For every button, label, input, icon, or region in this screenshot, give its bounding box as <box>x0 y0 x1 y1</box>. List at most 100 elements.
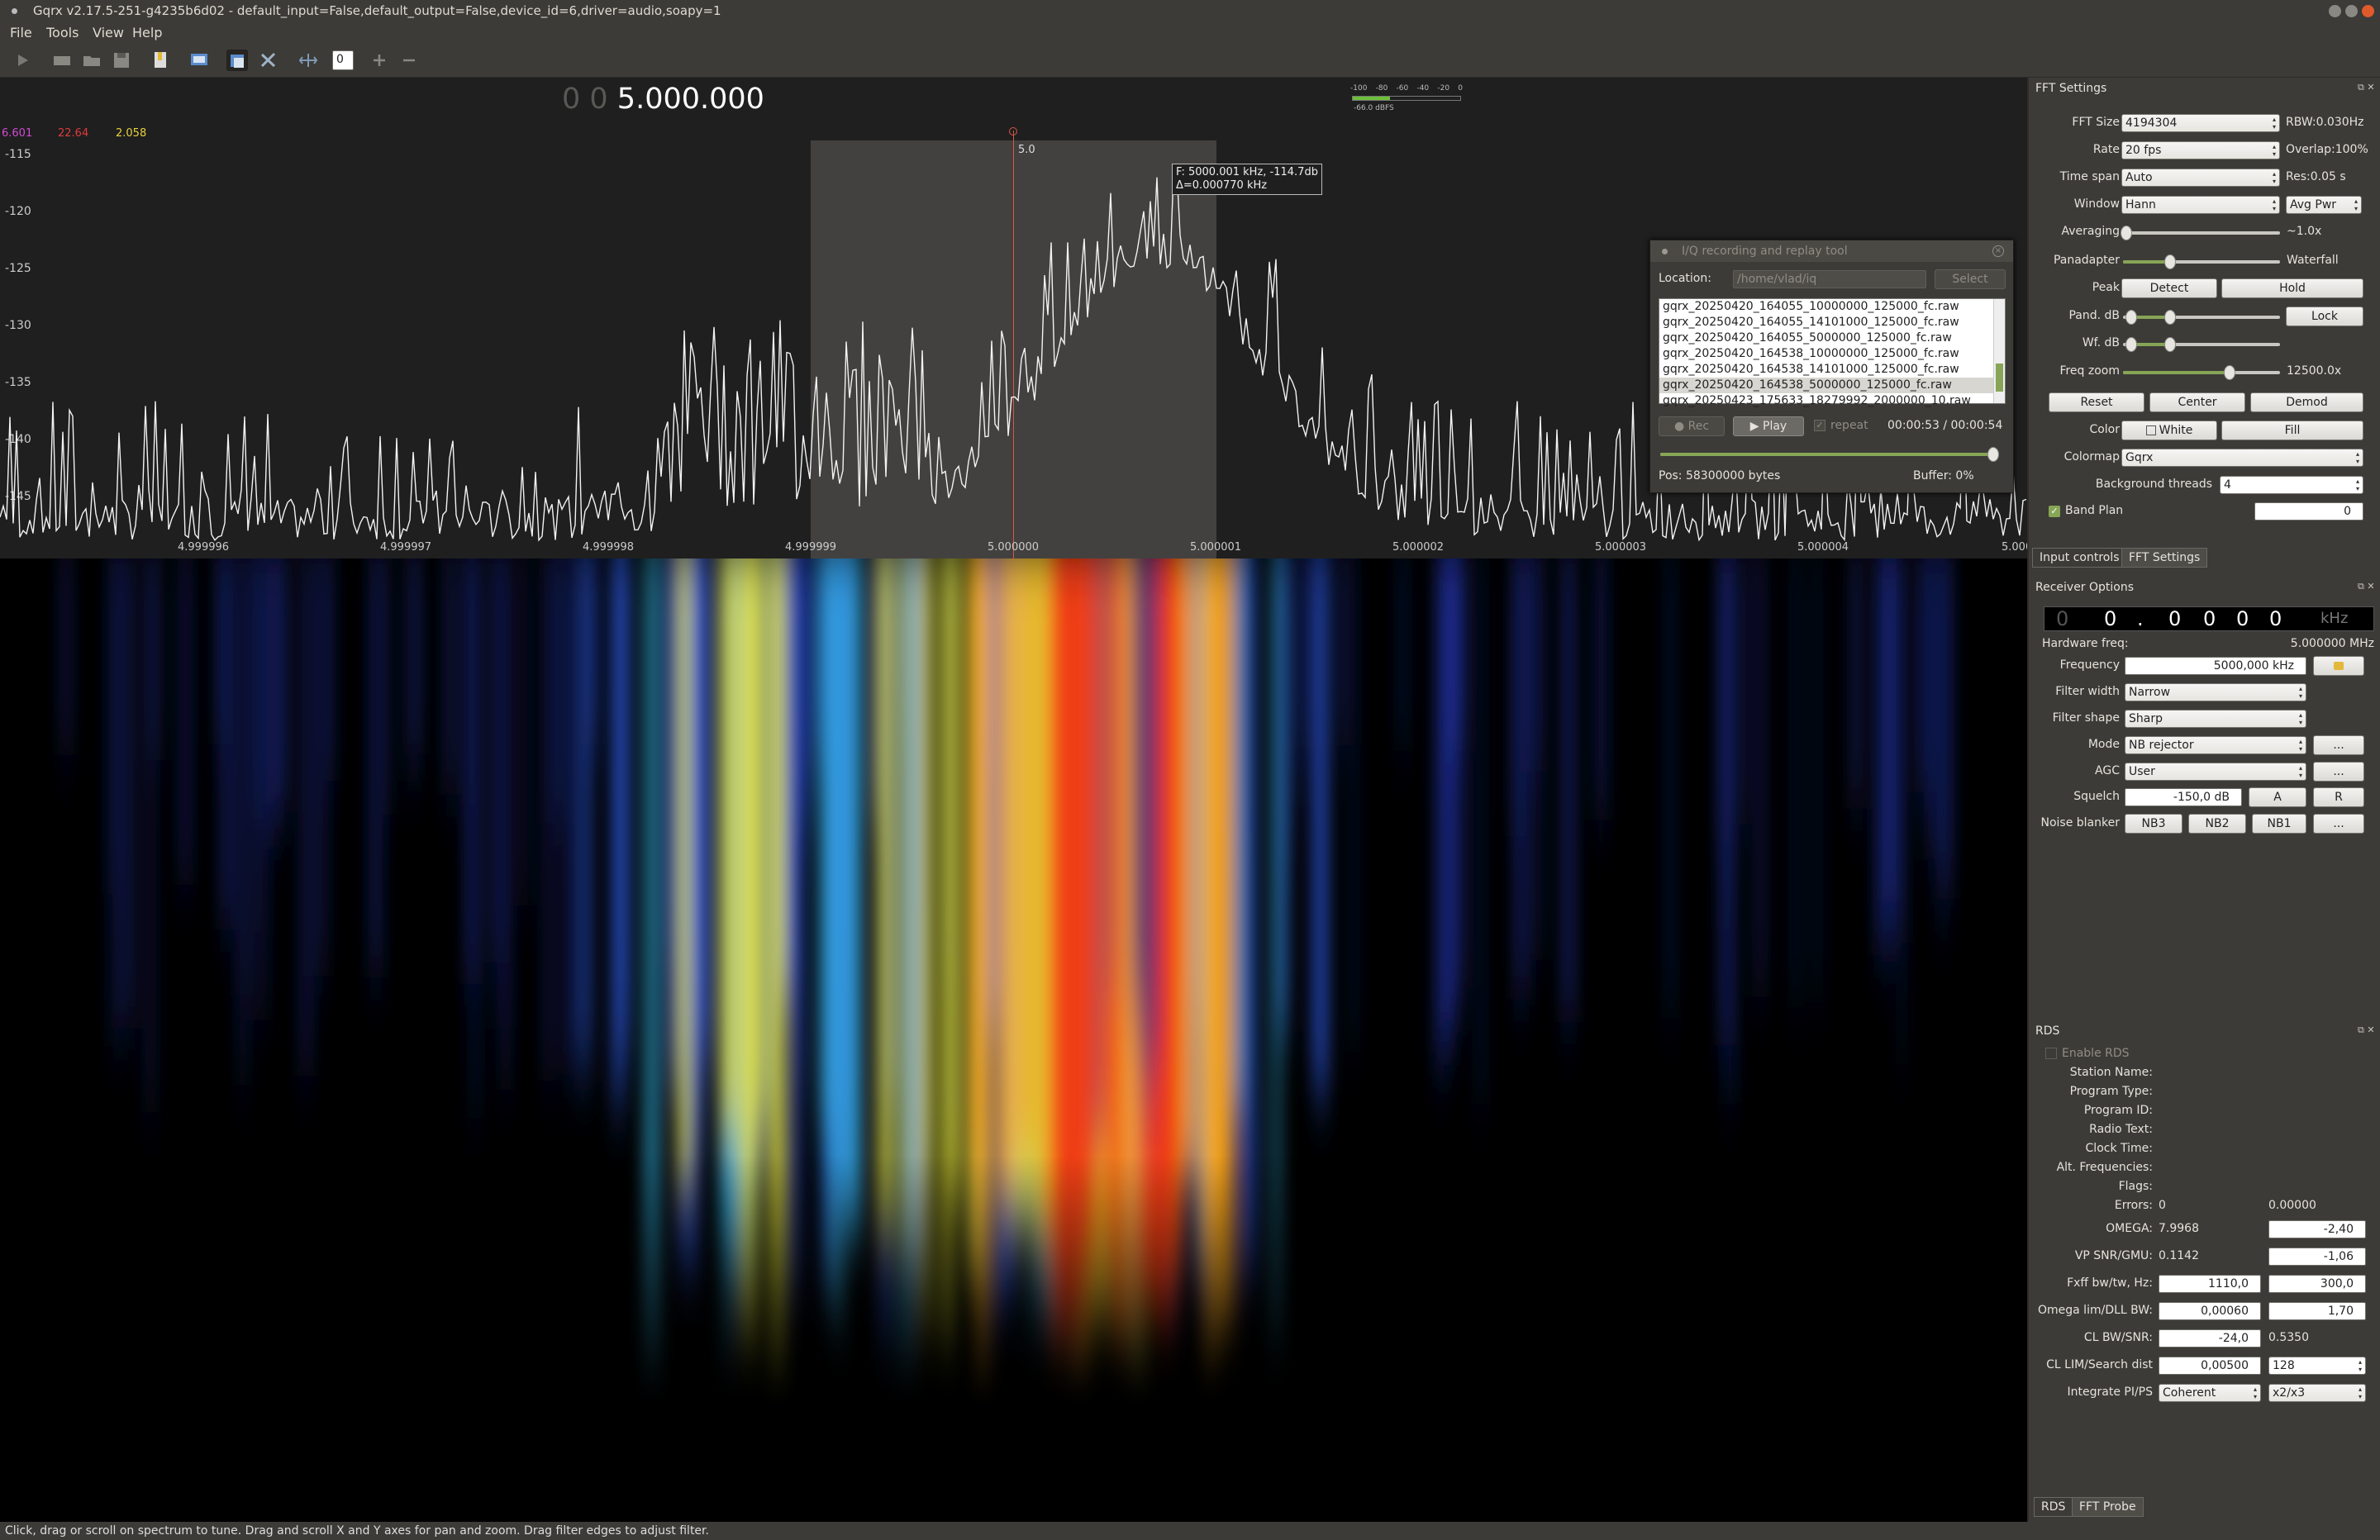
tab-fft-settings[interactable]: FFT Settings <box>2121 548 2208 568</box>
background-threads-spinbox[interactable]: 4 <box>2220 476 2363 494</box>
center-button[interactable]: Center <box>2149 392 2245 412</box>
enable-rds-checkbox[interactable] <box>2045 1048 2057 1059</box>
lock-button[interactable]: Lock <box>2286 307 2363 326</box>
fxff-tw-spinbox[interactable]: 300,0 <box>2268 1275 2366 1293</box>
wf-db-range-slider[interactable] <box>2123 337 2280 352</box>
display-icon[interactable] <box>188 50 210 71</box>
x-axis-tick-label[interactable]: 4.999996 <box>178 541 229 554</box>
averaging-slider[interactable] <box>2120 226 2280 240</box>
lcd-digit[interactable]: 0 <box>2203 607 2216 630</box>
integrate-ps-combo[interactable]: x2/x3 <box>2268 1384 2366 1402</box>
search-dist-combo[interactable]: 128 <box>2268 1357 2366 1375</box>
playback-slider[interactable] <box>1660 447 1999 462</box>
tab-fft-probe[interactable]: FFT Probe <box>2072 1497 2144 1517</box>
freq-lock-button[interactable] <box>2313 656 2364 676</box>
play-button[interactable]: ▶ Play <box>1733 416 1804 436</box>
nb3-button[interactable]: NB3 <box>2125 814 2182 834</box>
list-item[interactable]: gqrx_20250420_164055_10000000_125000_fc.… <box>1659 299 2005 315</box>
x-axis-tick-label[interactable]: 5.000002 <box>1392 541 1444 554</box>
lcd-digit[interactable]: 0 <box>2269 607 2282 630</box>
omega-spinbox[interactable]: -2,40 <box>2268 1220 2366 1238</box>
x-axis-tick-label[interactable]: 5.000000 <box>988 541 1039 554</box>
cl-lim-spinbox[interactable]: 0,00500 <box>2159 1357 2261 1375</box>
peak-hold-button[interactable]: Hold <box>2221 278 2363 298</box>
list-item[interactable]: gqrx_20250420_164538_10000000_125000_fc.… <box>1659 346 2005 362</box>
close-button[interactable] <box>2362 5 2374 17</box>
nb2-button[interactable]: NB2 <box>2188 814 2246 834</box>
pand-db-range-slider[interactable] <box>2123 310 2280 325</box>
waterfall-display[interactable] <box>0 558 2027 1522</box>
list-item[interactable]: gqrx_20250420_164538_5000000_125000_fc.r… <box>1659 378 2005 393</box>
list-item[interactable]: gqrx_20250420_164055_5000000_125000_fc.r… <box>1659 330 2005 346</box>
agc-combo[interactable]: User <box>2125 763 2306 781</box>
toolbar-spinbox[interactable]: 0 <box>332 50 354 70</box>
mode-combo[interactable]: NB rejector <box>2125 736 2306 754</box>
avg-combo[interactable]: Avg Pwr <box>2286 196 2362 214</box>
fxff-bw-spinbox[interactable]: 1110,0 <box>2159 1275 2261 1293</box>
nb-options-button[interactable]: ... <box>2313 814 2364 834</box>
omega-lim-spinbox[interactable]: 0,00060 <box>2159 1302 2261 1320</box>
x-axis-tick-label[interactable]: 4.999999 <box>785 541 836 554</box>
peak-detect-button[interactable]: Detect <box>2121 278 2217 298</box>
iq-dialog-titlebar[interactable]: I/Q recording and replay tool × <box>1650 240 2013 262</box>
zoom-out-icon[interactable] <box>398 50 420 71</box>
dock-float-close-icons[interactable]: ⧉ ✕ <box>2358 581 2375 592</box>
filter-width-combo[interactable]: Narrow <box>2125 683 2306 701</box>
x-axis-tick-label[interactable]: 4.999997 <box>380 541 431 554</box>
step-spinbox[interactable]: 0 <box>2254 502 2363 520</box>
repeat-checkbox[interactable]: ✓ <box>1814 420 1825 431</box>
x-axis-tick-label[interactable]: 4.999998 <box>583 541 634 554</box>
location-field[interactable]: /home/vlad/iq <box>1733 270 1926 288</box>
white-color-button[interactable]: White <box>2121 421 2217 440</box>
adjust-icon[interactable] <box>298 50 319 71</box>
panadapter-waterfall-slider[interactable] <box>2123 254 2280 269</box>
colormap-combo[interactable]: Gqrx <box>2121 449 2363 467</box>
list-item[interactable]: gqrx_20250423_175633_18279992_2000000_10… <box>1659 393 2005 409</box>
x-axis-tick-label[interactable]: 5.000003 <box>1595 541 1646 554</box>
squelch-reset-button[interactable]: R <box>2313 787 2364 807</box>
agc-options-button[interactable]: ... <box>2313 762 2364 782</box>
open-icon[interactable] <box>81 50 102 71</box>
list-item[interactable]: gqrx_20250420_164538_14101000_125000_fc.… <box>1659 362 2005 378</box>
lcd-digit[interactable]: 0 <box>2104 607 2116 630</box>
demod-button[interactable]: Demod <box>2250 392 2363 412</box>
fft-size-combo[interactable]: 4194304 <box>2121 114 2280 132</box>
frequency-lcd[interactable]: 0 0 . 0 0 0 0 kHz <box>2044 606 2374 631</box>
band-plan-checkbox[interactable]: ✓ <box>2049 506 2060 517</box>
maximize-button[interactable] <box>2345 5 2358 17</box>
menu-view[interactable]: View <box>93 22 124 43</box>
integrate-pi-combo[interactable]: Coherent <box>2159 1384 2261 1402</box>
menu-tools[interactable]: Tools <box>46 22 79 43</box>
dock-float-close-icons[interactable]: ⧉ ✕ <box>2358 82 2375 93</box>
menu-file[interactable]: File <box>10 22 32 43</box>
x-axis-tick-label[interactable]: 5.000001 <box>1190 541 1241 554</box>
lcd-digit[interactable]: 0 <box>2168 607 2181 630</box>
frequency-spinbox[interactable]: 5000,000 kHz <box>2125 657 2306 675</box>
x-axis-tick-label[interactable]: 5.000004 <box>1797 541 1849 554</box>
timespan-combo[interactable]: Auto <box>2121 169 2280 187</box>
save-icon[interactable] <box>111 50 132 71</box>
iq-tool-icon[interactable] <box>226 50 248 71</box>
rate-combo[interactable]: 20 fps <box>2121 141 2280 159</box>
rec-button[interactable]: ● Rec <box>1659 416 1725 436</box>
x-axis-tick-label[interactable]: 5.000 <box>2002 541 2027 554</box>
iq-dialog-close-icon[interactable]: × <box>1992 245 2004 257</box>
bookmark-icon[interactable] <box>150 50 172 71</box>
mode-options-button[interactable]: ... <box>2313 735 2364 755</box>
window-combo[interactable]: Hann <box>2121 196 2280 214</box>
lcd-digit[interactable]: 0 <box>2056 607 2068 630</box>
menu-help[interactable]: Help <box>132 22 162 43</box>
iq-file-list[interactable]: gqrx_20250420_164055_10000000_125000_fc.… <box>1659 298 2006 407</box>
reset-button[interactable]: Reset <box>2049 392 2144 412</box>
start-dsp-icon[interactable] <box>12 50 33 71</box>
dock-float-close-icons[interactable]: ⧉ ✕ <box>2358 1024 2375 1036</box>
tools-icon[interactable] <box>258 50 279 71</box>
lcd-digit[interactable]: 0 <box>2236 607 2249 630</box>
dll-bw-spinbox[interactable]: 1,70 <box>2268 1302 2366 1320</box>
filter-shape-combo[interactable]: Sharp <box>2125 710 2306 728</box>
file-list-scrollbar[interactable] <box>1993 299 2005 403</box>
freq-zoom-slider[interactable] <box>2123 365 2280 380</box>
nb1-button[interactable]: NB1 <box>2252 814 2306 834</box>
squelch-spinbox[interactable]: -150,0 dB <box>2125 788 2242 806</box>
tab-input-controls[interactable]: Input controls <box>2032 548 2127 568</box>
